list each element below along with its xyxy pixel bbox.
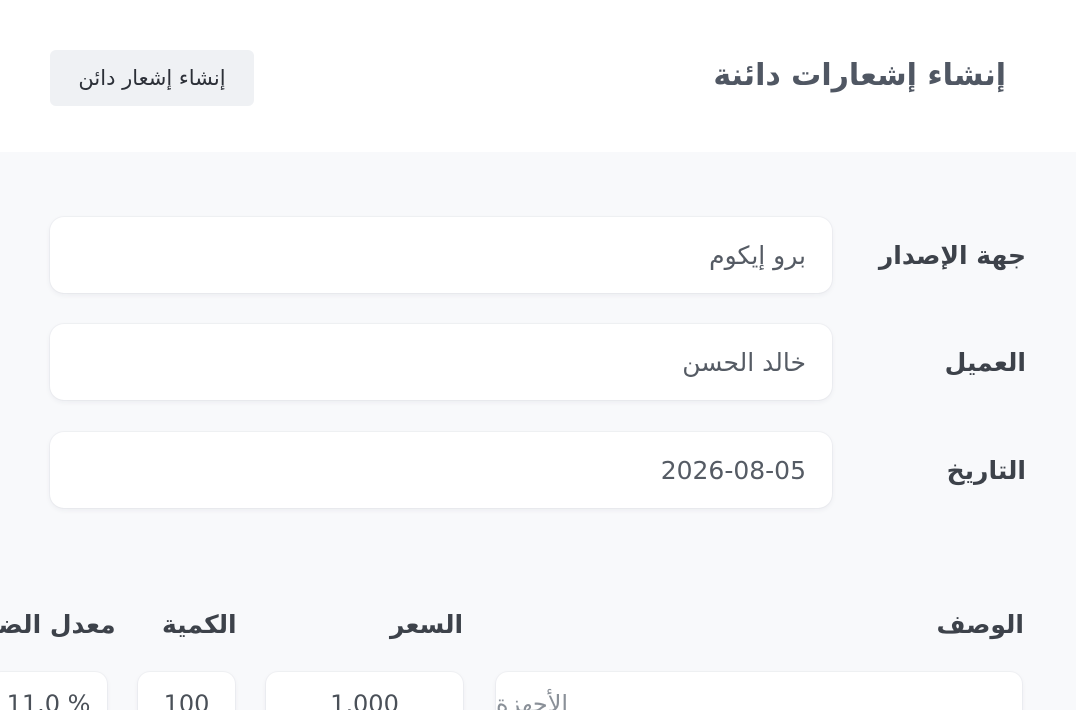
page-title: إنشاء إشعارات دائنة [713, 58, 1006, 93]
column-header-quantity: الكمية [162, 609, 237, 639]
issuer-label: جهة الإصدار [878, 240, 1026, 270]
row-rate-value: 11.0 % [6, 690, 91, 710]
row-price-input[interactable]: 1,000 [266, 672, 463, 710]
client-value: خالد الحسن [682, 347, 806, 377]
row-rate-input[interactable]: 11.0 % [0, 672, 107, 710]
client-field-row: العميل خالد الحسن [50, 324, 1026, 400]
row-quantity-input[interactable]: 100 [138, 672, 235, 710]
client-select[interactable]: خالد الحسن [50, 324, 832, 400]
row-price-value: 1,000 [330, 690, 399, 710]
column-header-rate: معدل الضـ [0, 609, 116, 639]
issuer-select[interactable]: برو إيكوم [50, 217, 832, 293]
row-description-value: الأجهزة [496, 690, 569, 710]
issuer-field-row: جهة الإصدار برو إيكوم [50, 217, 1026, 293]
page-header: إنشاء إشعارات دائنة إنشاء إشعار دائن [0, 0, 1076, 152]
create-credit-note-button[interactable]: إنشاء إشعار دائن [50, 50, 254, 106]
date-input[interactable]: 2026-08-05 [50, 432, 832, 508]
date-field-row: التاريخ 2026-08-05 [50, 432, 1026, 508]
column-header-description: الوصف [936, 609, 1024, 639]
row-description-input[interactable]: الأجهزة [496, 672, 1022, 710]
column-header-price: السعر [390, 609, 464, 639]
date-label: التاريخ [946, 455, 1026, 485]
date-value: 2026-08-05 [660, 455, 806, 485]
client-label: العميل [944, 347, 1026, 377]
row-quantity-value: 100 [163, 690, 210, 710]
issuer-value: برو إيكوم [709, 240, 806, 270]
